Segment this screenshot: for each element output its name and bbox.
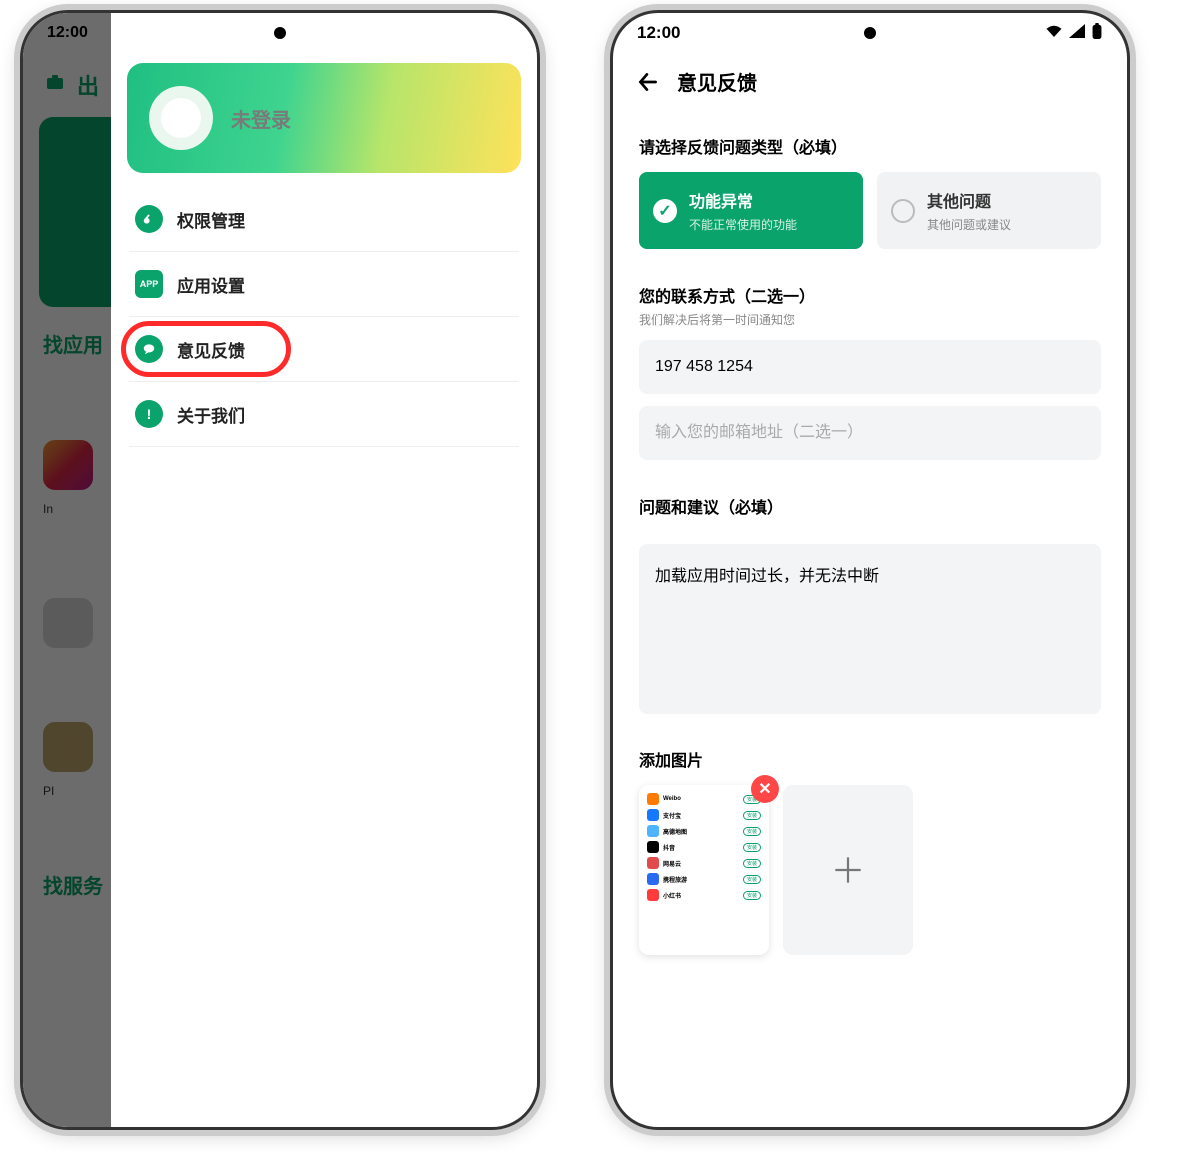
signal-icon <box>1069 23 1085 43</box>
key-icon <box>135 205 163 233</box>
camera-notch <box>864 27 876 39</box>
type-options: ✓ 功能异常 不能正常使用的功能 其他问题 其他问题或建议 <box>639 172 1101 249</box>
navigation-drawer: 未登录 权限管理 APP 应用设置 意见反馈 ! 关 <box>111 13 537 1127</box>
attachment-thumbnail[interactable]: Weibo安装支付宝安装高德地图安装抖音安装网易云安装携程旅游安装小红书安装 ✕ <box>639 785 769 955</box>
status-time: 12:00 <box>637 23 680 43</box>
add-attachment-button[interactable] <box>783 785 913 955</box>
phone-left: 12:00 出 找应用 In PI 找服务 未登录 <box>20 10 540 1130</box>
menu-item-app-settings[interactable]: APP 应用设置 <box>129 252 519 317</box>
wifi-icon <box>1045 23 1063 43</box>
close-icon: ✕ <box>758 779 771 799</box>
type-title: 其他问题 <box>927 188 1011 212</box>
thumb-app-row: 抖音安装 <box>645 839 763 855</box>
back-button[interactable] <box>635 69 661 95</box>
type-section-header: 请选择反馈问题类型（必填） <box>639 134 1101 158</box>
callout-highlight <box>121 321 291 377</box>
camera-notch <box>274 27 286 39</box>
check-icon: ✓ <box>653 199 677 223</box>
menu-label: 应用设置 <box>177 272 245 297</box>
thumb-app-row: 高德地图安装 <box>645 823 763 839</box>
email-input[interactable] <box>639 406 1101 460</box>
status-icons <box>1045 23 1103 44</box>
thumb-app-row: 小红书安装 <box>645 887 763 903</box>
drawer-menu: 权限管理 APP 应用设置 意见反馈 ! 关于我们 <box>111 187 537 447</box>
menu-item-permissions[interactable]: 权限管理 <box>129 187 519 252</box>
feedback-form: 请选择反馈问题类型（必填） ✓ 功能异常 不能正常使用的功能 其他问题 其他问题… <box>613 110 1127 975</box>
type-subtitle: 不能正常使用的功能 <box>689 216 797 233</box>
plus-icon <box>829 851 867 889</box>
profile-card[interactable]: 未登录 <box>127 63 521 173</box>
contact-section-sub: 我们解决后将第一时间通知您 <box>639 311 1101 328</box>
radio-icon <box>891 199 915 223</box>
thumb-app-row: 携程旅游安装 <box>645 871 763 887</box>
menu-item-about[interactable]: ! 关于我们 <box>129 382 519 447</box>
page-title: 意见反馈 <box>677 67 757 96</box>
avatar-icon <box>149 86 213 150</box>
issue-section-header: 问题和建议（必填） <box>639 494 1101 518</box>
menu-label: 权限管理 <box>177 207 245 232</box>
info-icon: ! <box>135 400 163 428</box>
thumb-app-row: Weibo安装 <box>645 791 763 807</box>
thumb-app-row: 支付宝安装 <box>645 807 763 823</box>
attach-section-header: 添加图片 <box>639 747 1101 771</box>
battery-icon <box>1091 23 1103 44</box>
page-header: 意见反馈 <box>613 53 1127 110</box>
thumb-app-row: 网易云安装 <box>645 855 763 871</box>
delete-attachment-button[interactable]: ✕ <box>751 775 779 803</box>
screenshot-preview: Weibo安装支付宝安装高德地图安装抖音安装网易云安装携程旅游安装小红书安装 <box>639 785 769 955</box>
issue-textarea[interactable] <box>639 544 1101 714</box>
type-option-other[interactable]: 其他问题 其他问题或建议 <box>877 172 1101 249</box>
phone-input[interactable] <box>639 340 1101 394</box>
type-option-functional[interactable]: ✓ 功能异常 不能正常使用的功能 <box>639 172 863 249</box>
contact-section-header: 您的联系方式（二选一） <box>639 283 1101 307</box>
phone-right: 12:00 意见反馈 请选择反馈问题类型（必填） ✓ 功能异常 不能正常使用的功… <box>610 10 1130 1130</box>
app-icon: APP <box>135 270 163 298</box>
type-title: 功能异常 <box>689 188 797 212</box>
attachments: Weibo安装支付宝安装高德地图安装抖音安装网易云安装携程旅游安装小红书安装 ✕ <box>639 785 1101 955</box>
login-status: 未登录 <box>231 104 291 133</box>
type-subtitle: 其他问题或建议 <box>927 216 1011 233</box>
menu-label: 关于我们 <box>177 402 245 427</box>
menu-item-feedback[interactable]: 意见反馈 <box>129 317 519 382</box>
